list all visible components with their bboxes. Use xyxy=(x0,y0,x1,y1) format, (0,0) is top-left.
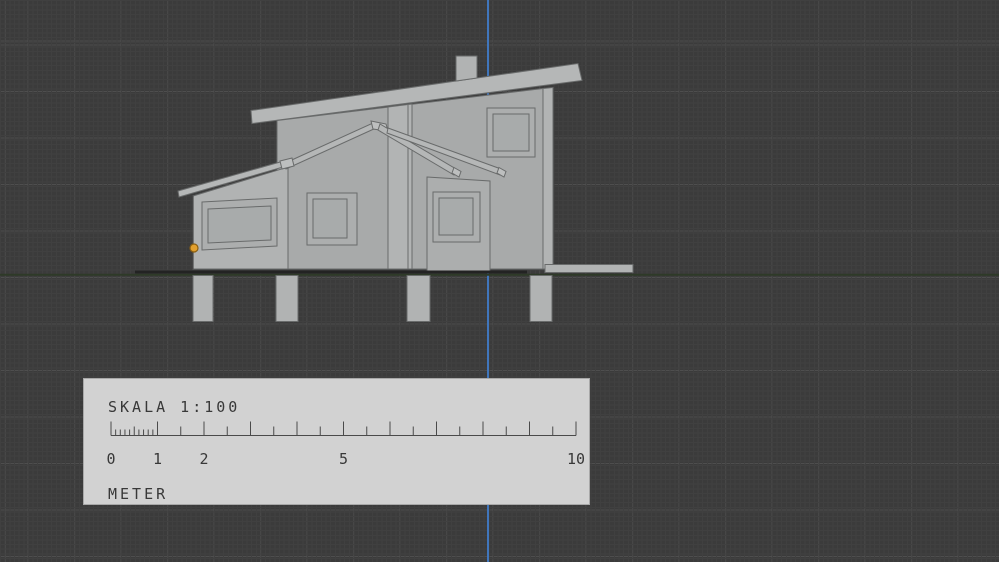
window-frame-inner xyxy=(493,114,529,151)
origin-dot xyxy=(190,244,198,252)
window-frame-inner xyxy=(208,206,271,243)
terrace-slab[interactable] xyxy=(545,265,633,273)
scale-unit-label: METER xyxy=(108,485,168,503)
ruler-labels: 0 1 2 5 10 xyxy=(106,450,585,468)
window-bumpout[interactable] xyxy=(433,192,480,242)
foundation-piers[interactable] xyxy=(193,276,552,322)
scale-legend-panel[interactable]: SKALA 1:100 012510 METER xyxy=(83,378,590,505)
window-middle[interactable] xyxy=(307,193,357,245)
ruler-ticks xyxy=(111,422,576,436)
ruler-number: 10 xyxy=(567,450,585,468)
window-top-right[interactable] xyxy=(487,108,535,157)
ruler-number: 5 xyxy=(339,450,348,468)
pier[interactable] xyxy=(530,276,552,322)
house-model[interactable] xyxy=(135,56,633,322)
chimney[interactable] xyxy=(456,56,477,81)
window-frame-inner xyxy=(439,198,473,235)
pier[interactable] xyxy=(193,276,213,322)
ruler-number: 1 xyxy=(153,450,162,468)
right-wall-cap[interactable] xyxy=(543,88,553,270)
viewport[interactable]: SKALA 1:100 012510 METER xyxy=(0,0,999,562)
ruler-number: 0 xyxy=(106,450,115,468)
pier[interactable] xyxy=(276,276,298,322)
ruler-number: 2 xyxy=(199,450,208,468)
window-left[interactable] xyxy=(202,198,277,250)
pier[interactable] xyxy=(407,276,430,322)
window-frame-inner xyxy=(313,199,347,238)
floor-edge-line xyxy=(135,271,527,274)
